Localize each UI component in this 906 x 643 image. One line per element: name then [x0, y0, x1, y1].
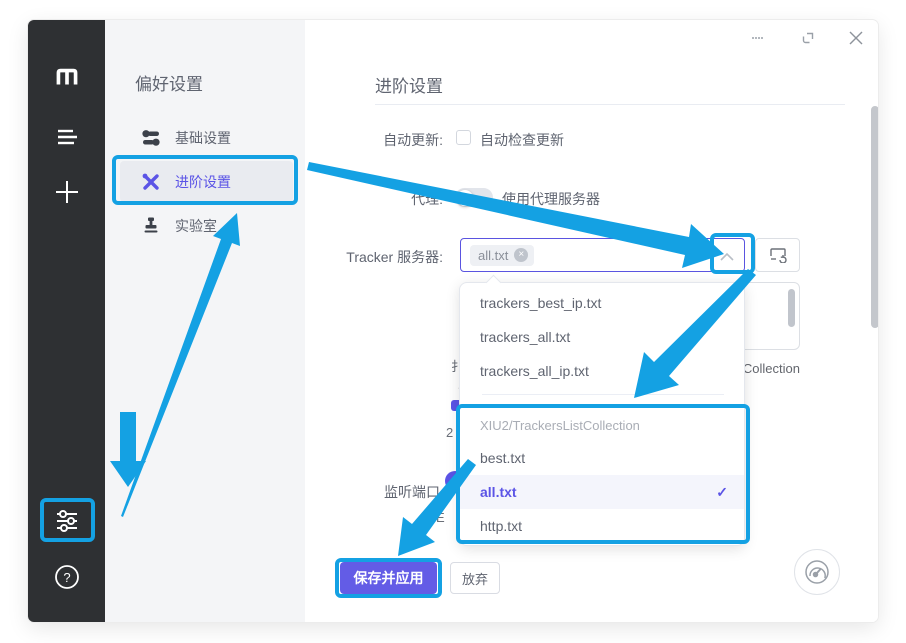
text-fragment: 2: [446, 425, 453, 440]
tools-icon: [141, 172, 161, 192]
sidebar-item-advanced-settings[interactable]: 进阶设置: [120, 161, 293, 202]
menu-item-label: 进阶设置: [175, 172, 231, 192]
title-divider: [375, 104, 845, 105]
check-icon: ✓: [716, 475, 728, 509]
save-and-apply-button[interactable]: 保存并应用: [340, 562, 437, 594]
app-window: ? 偏好设置 基础设置 进阶设置 实验室: [28, 20, 878, 622]
chevron-up-icon[interactable]: [719, 249, 735, 267]
maximize-icon: [800, 30, 816, 46]
dropdown-item[interactable]: trackers_all.txt: [460, 320, 744, 354]
minimize-button[interactable]: [748, 28, 768, 48]
toggle-knob: [457, 190, 473, 206]
dropdown-item-selected[interactable]: all.txt ✓: [460, 475, 744, 509]
tag-close-icon[interactable]: ×: [514, 248, 528, 262]
proxy-toggle-label: 使用代理服务器: [502, 189, 600, 209]
tracker-label: Tracker 服务器:: [345, 247, 443, 267]
stamp-icon: [141, 216, 161, 236]
dropdown-item-label: all.txt: [480, 484, 517, 500]
dropdown-group-label: XIU2/TrackersListCollection: [460, 415, 744, 437]
proxy-toggle[interactable]: [455, 188, 493, 207]
auto-update-label: 自动更新:: [335, 130, 443, 150]
auto-update-checkbox-label: 自动检查更新: [480, 130, 564, 150]
svg-text:?: ?: [63, 570, 70, 585]
toggles-icon: [141, 129, 161, 147]
sync-icon: [769, 247, 787, 263]
page-title: 进阶设置: [375, 72, 443, 97]
listen-port-label: 监听端口: [340, 482, 440, 502]
text-fragment: E: [436, 510, 445, 525]
preferences-panel: 偏好设置 基础设置 进阶设置 实验室: [105, 20, 305, 622]
dropdown-item[interactable]: trackers_best_ip.txt: [460, 286, 744, 320]
preferences-title: 偏好设置: [135, 70, 203, 95]
menu-item-label: 实验室: [175, 216, 217, 236]
main-scrollbar-thumb[interactable]: [871, 106, 878, 328]
task-list-icon[interactable]: [28, 126, 105, 148]
sidebar-item-lab[interactable]: 实验室: [120, 205, 293, 246]
settings-sliders-icon[interactable]: [28, 506, 105, 536]
sidebar: ?: [28, 20, 105, 622]
proxy-label: 代理:: [375, 189, 443, 209]
dropdown-item[interactable]: http.txt: [460, 509, 744, 543]
textarea-scroll-thumb[interactable]: [788, 289, 795, 327]
menu-item-label: 基础设置: [175, 128, 231, 148]
advanced-settings-panel: 进阶设置 自动更新: 自动检查更新 代理: 使用代理服务器 Tracker 服务…: [305, 20, 878, 622]
tracker-select-input[interactable]: all.txt ×: [460, 238, 745, 272]
close-icon: [849, 31, 863, 45]
tracker-dropdown: trackers_best_ip.txt trackers_all.txt tr…: [459, 282, 745, 546]
tracker-tag-label: all.txt: [478, 248, 508, 263]
close-button[interactable]: [846, 28, 866, 48]
motrix-logo-icon: [28, 62, 105, 92]
dropdown-divider: [482, 394, 724, 395]
sidebar-item-basic-settings[interactable]: 基础设置: [120, 117, 293, 158]
sync-trackers-button[interactable]: [755, 238, 800, 272]
dropdown-item[interactable]: trackers_all_ip.txt: [460, 354, 744, 388]
minimize-icon: [752, 36, 764, 40]
help-icon[interactable]: ?: [28, 564, 105, 590]
dropdown-item[interactable]: best.txt: [460, 441, 744, 475]
tracker-tag: all.txt ×: [470, 245, 534, 266]
maximize-button[interactable]: [798, 28, 818, 48]
auto-update-checkbox[interactable]: [456, 130, 471, 145]
add-task-icon[interactable]: [28, 178, 105, 206]
discard-button[interactable]: 放弃: [450, 562, 500, 594]
speedometer-icon: [802, 557, 832, 587]
speed-gauge-button[interactable]: [794, 549, 840, 595]
